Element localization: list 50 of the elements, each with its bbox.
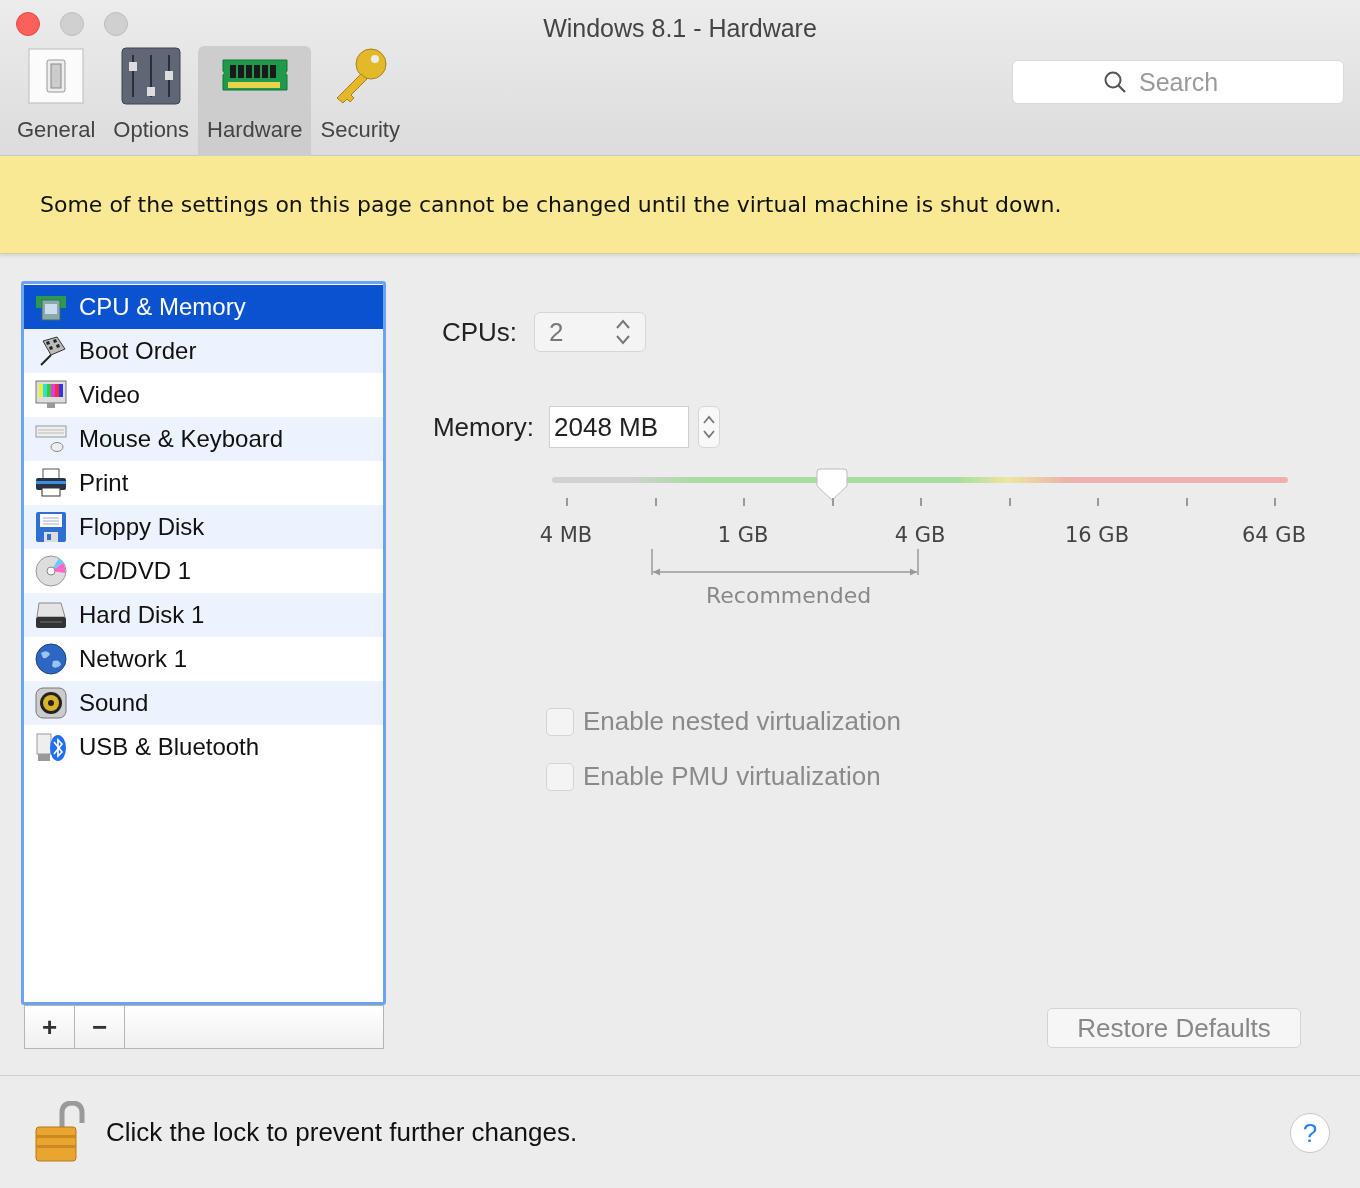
- scale-label: 64 GB: [1241, 522, 1307, 549]
- sliders-icon: [121, 46, 182, 105]
- device-list-item[interactable]: Mouse & Keyboard: [24, 417, 383, 461]
- remove-button[interactable]: −: [75, 1006, 125, 1048]
- scale-label: 1 GB: [717, 522, 769, 549]
- help-button[interactable]: ?: [1290, 1113, 1330, 1153]
- search-field[interactable]: Search: [1012, 60, 1344, 104]
- keyboard-mouse-icon: [35, 423, 67, 455]
- disc-icon: [35, 555, 67, 587]
- cpus-label: CPUs:: [440, 315, 518, 349]
- device-list-item[interactable]: CPU & Memory: [24, 285, 383, 329]
- scale-label: 16 GB: [1064, 522, 1130, 549]
- memory-stepper[interactable]: [698, 406, 720, 448]
- memory-slider[interactable]: [552, 468, 1288, 502]
- unlocked-padlock-icon[interactable]: [34, 1101, 86, 1163]
- memory-field[interactable]: 2048 MB: [549, 406, 689, 448]
- cpus-stepper[interactable]: 2: [534, 312, 646, 352]
- stepper-arrows-icon: [703, 413, 715, 441]
- device-list-item[interactable]: Hard Disk 1: [24, 593, 383, 637]
- memory-module-icon: [221, 58, 288, 93]
- minimize-button[interactable]: [60, 12, 84, 36]
- stepper-arrows-icon: [615, 318, 631, 346]
- lock-instruction-text: Click the lock to prevent further changes.: [106, 1115, 578, 1149]
- memory-label: Memory:: [431, 410, 535, 444]
- device-list-item[interactable]: Boot Order: [24, 329, 383, 373]
- warning-banner-text: Some of the settings on this page cannot be changed until the virtual machine is shut down.: [40, 191, 1062, 219]
- close-button[interactable]: [16, 12, 40, 36]
- scale-label: 4 GB: [894, 522, 946, 549]
- monitor-icon: [35, 379, 67, 411]
- usb-bluetooth-icon: [35, 731, 67, 763]
- toolbar-tab[interactable]: Hardware: [198, 46, 312, 156]
- search-icon: [1103, 70, 1127, 94]
- printer-icon: [35, 467, 67, 499]
- hard-drive-icon: [35, 599, 67, 631]
- window-title: Windows 8.1 - Hardware: [543, 14, 817, 42]
- toolbar-tab[interactable]: Options: [104, 46, 199, 156]
- globe-icon: [35, 643, 67, 675]
- slider-thumb[interactable]: [815, 468, 848, 502]
- toolbar-tab[interactable]: General: [8, 46, 105, 156]
- zoom-button[interactable]: [104, 12, 128, 36]
- device-list-item[interactable]: Floppy Disk: [24, 505, 383, 549]
- checkbox-label: Enable PMU virtualization: [583, 760, 881, 793]
- recommended-label: Recommended: [706, 582, 872, 610]
- device-list-item[interactable]: Sound: [24, 681, 383, 725]
- speaker-icon: [35, 687, 67, 719]
- checkbox-label: Enable nested virtualization: [583, 705, 901, 738]
- scale-label: 4 MB: [539, 522, 593, 549]
- add-button[interactable]: +: [25, 1006, 75, 1048]
- switch-icon: [28, 47, 85, 104]
- toolbar-tab[interactable]: Security: [311, 46, 409, 156]
